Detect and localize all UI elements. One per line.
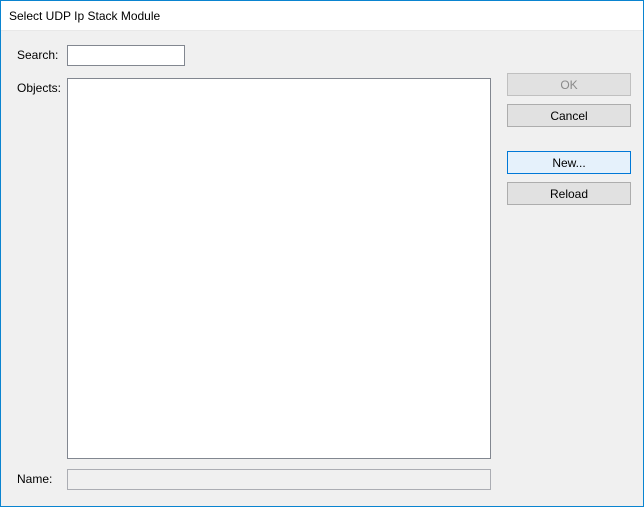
name-row: Name: xyxy=(17,469,631,490)
button-column: OK Cancel New... Reload xyxy=(507,73,631,205)
search-label: Search: xyxy=(17,45,67,62)
new-button[interactable]: New... xyxy=(507,151,631,174)
cancel-button[interactable]: Cancel xyxy=(507,104,631,127)
search-row: Search: xyxy=(17,45,631,66)
name-input[interactable] xyxy=(67,469,491,490)
ok-button: OK xyxy=(507,73,631,96)
search-input[interactable] xyxy=(67,45,185,66)
objects-listbox[interactable] xyxy=(67,78,491,459)
content-area: Search: Objects: Name: OK Cancel New... … xyxy=(1,31,643,506)
window-title: Select UDP Ip Stack Module xyxy=(9,9,160,23)
reload-button[interactable]: Reload xyxy=(507,182,631,205)
objects-label: Objects: xyxy=(17,78,67,95)
dialog-window: Select UDP Ip Stack Module Search: Objec… xyxy=(0,0,644,507)
titlebar[interactable]: Select UDP Ip Stack Module xyxy=(1,1,643,31)
name-label: Name: xyxy=(17,469,67,486)
